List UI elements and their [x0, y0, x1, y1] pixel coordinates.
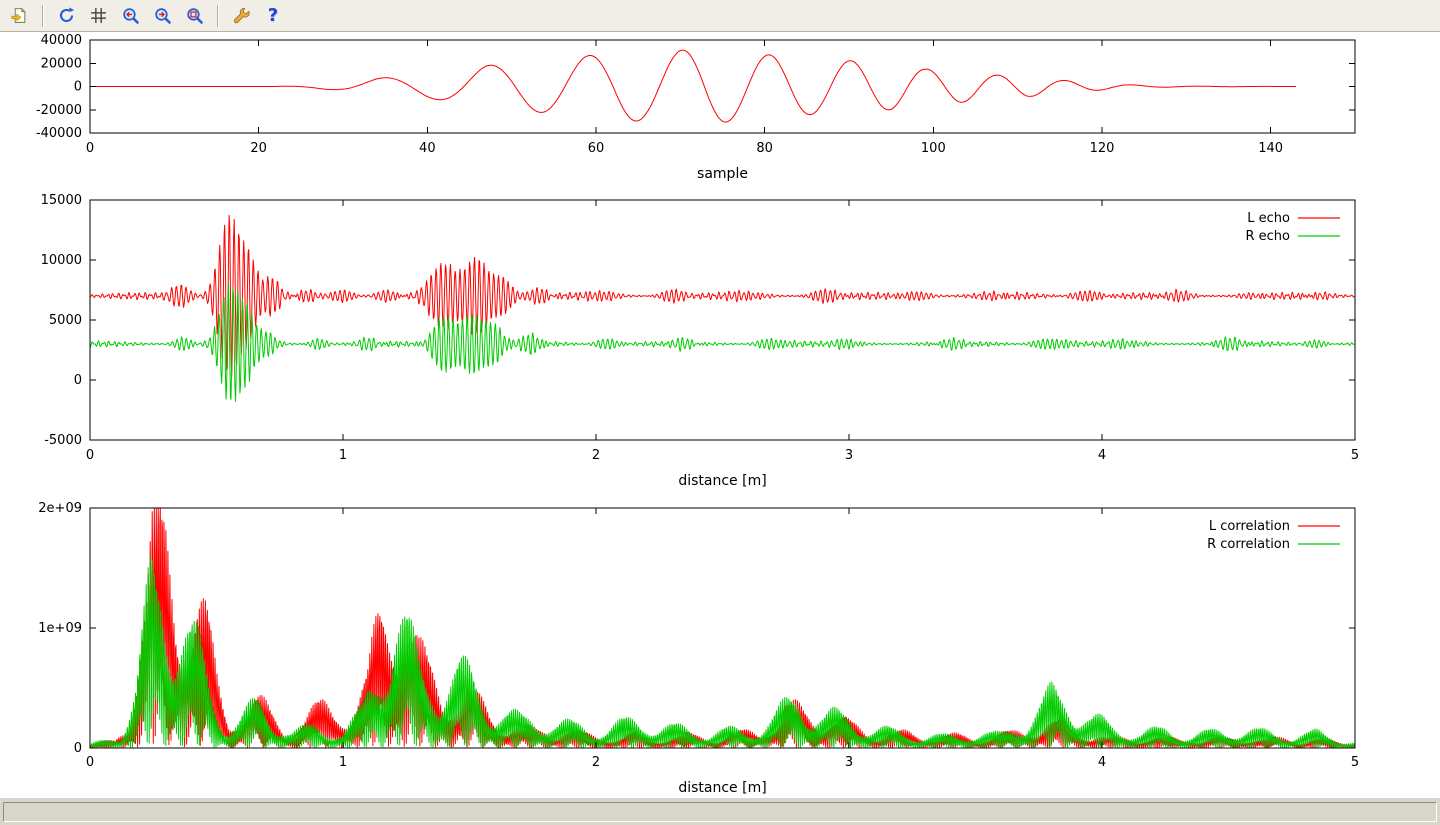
y-tick-label: 0 — [74, 741, 82, 756]
x-tick-label: 60 — [588, 141, 605, 156]
x-axis-label: sample — [697, 166, 748, 182]
legend-label: L correlation — [1209, 519, 1290, 534]
y-tick-label: 0 — [74, 80, 82, 95]
y-tick-label: 5000 — [49, 313, 82, 328]
autoscale-button[interactable] — [181, 3, 207, 29]
series-pulse — [90, 50, 1296, 122]
gnuplot-window: ? 020406080100120140-40000-2000002000040… — [0, 0, 1440, 825]
x-tick-label: 1 — [339, 448, 347, 463]
x-tick-label: 3 — [845, 448, 853, 463]
toolbar-separator — [217, 5, 218, 27]
x-tick-label: 4 — [1098, 755, 1106, 770]
x-tick-label: 0 — [86, 448, 94, 463]
series-r-echo — [90, 285, 1354, 402]
zoom-previous-button[interactable] — [117, 3, 143, 29]
y-tick-label: 2e+09 — [38, 501, 82, 516]
series-l-echo — [90, 215, 1354, 376]
chart-series-group — [90, 215, 1354, 401]
x-axis-label: distance [m] — [678, 473, 766, 489]
y-tick-label: 15000 — [41, 193, 82, 208]
zoom-previous-icon — [122, 7, 139, 24]
toolbar-separator — [42, 5, 43, 27]
chart-3: 0 1 2 3 4 5 0 1e+09 2e+09 distance [m] L correlati… — [38, 501, 1359, 796]
status-message — [3, 802, 1437, 822]
chart-series-group — [90, 508, 1355, 748]
x-tick-label: 3 — [845, 755, 853, 770]
y-tick-label: -5000 — [44, 433, 82, 448]
help-button[interactable]: ? — [260, 3, 286, 29]
legend-label: R correlation — [1207, 537, 1290, 552]
y-tick-label: 20000 — [41, 56, 82, 71]
zoom-next-button[interactable] — [149, 3, 175, 29]
x-tick-label: 2 — [592, 755, 600, 770]
x-tick-label: 40 — [419, 141, 436, 156]
x-axis-label: distance [m] — [678, 780, 766, 796]
x-tick-label: 0 — [86, 141, 94, 156]
legend-label: L echo — [1247, 211, 1290, 226]
export-plot-button[interactable] — [6, 3, 32, 29]
x-tick-label: 0 — [86, 755, 94, 770]
x-tick-label: 4 — [1098, 448, 1106, 463]
charts-canvas[interactable]: 020406080100120140-40000-200000200004000… — [0, 32, 1440, 797]
series-r-correlation — [90, 556, 1355, 748]
replot-icon — [58, 7, 75, 24]
configure-button[interactable] — [228, 3, 254, 29]
y-tick-label: -40000 — [36, 126, 82, 141]
toolbar: ? — [0, 0, 1440, 32]
replot-button[interactable] — [53, 3, 79, 29]
x-tick-label: 5 — [1351, 448, 1359, 463]
y-tick-label: 40000 — [41, 33, 82, 48]
chart-series-group — [90, 50, 1296, 122]
chart-2: 0 1 2 3 4 5 -5000 0 5000 10000 15000 distance [m] L … — [41, 193, 1360, 489]
x-tick-label: 100 — [921, 141, 946, 156]
chart-1: 0 20 40 60 80 100 120 140 -40000 -20000 0 20000 4000… — [36, 33, 1355, 182]
x-tick-label: 80 — [756, 141, 773, 156]
grid-icon — [90, 7, 107, 24]
x-tick-label: 1 — [339, 755, 347, 770]
y-tick-label: 10000 — [41, 253, 82, 268]
wrench-icon — [233, 7, 250, 24]
y-tick-label: 1e+09 — [38, 621, 82, 636]
x-tick-label: 2 — [592, 448, 600, 463]
plot-border — [90, 200, 1355, 440]
autoscale-icon — [186, 7, 203, 24]
x-tick-label: 120 — [1090, 141, 1115, 156]
y-tick-label: -20000 — [36, 103, 82, 118]
x-tick-label: 140 — [1258, 141, 1283, 156]
x-tick-label: 5 — [1351, 755, 1359, 770]
x-tick-label: 20 — [250, 141, 267, 156]
grid-toggle-button[interactable] — [85, 3, 111, 29]
zoom-next-icon — [154, 7, 171, 24]
export-plot-icon — [11, 7, 28, 24]
status-bar — [0, 797, 1440, 825]
legend-label: R echo — [1245, 229, 1290, 244]
plot-border — [90, 508, 1355, 748]
help-icon: ? — [268, 7, 278, 25]
y-tick-label: 0 — [74, 373, 82, 388]
series-l-correlation — [90, 508, 1355, 748]
plot-area: 020406080100120140-40000-200000200004000… — [0, 32, 1440, 797]
